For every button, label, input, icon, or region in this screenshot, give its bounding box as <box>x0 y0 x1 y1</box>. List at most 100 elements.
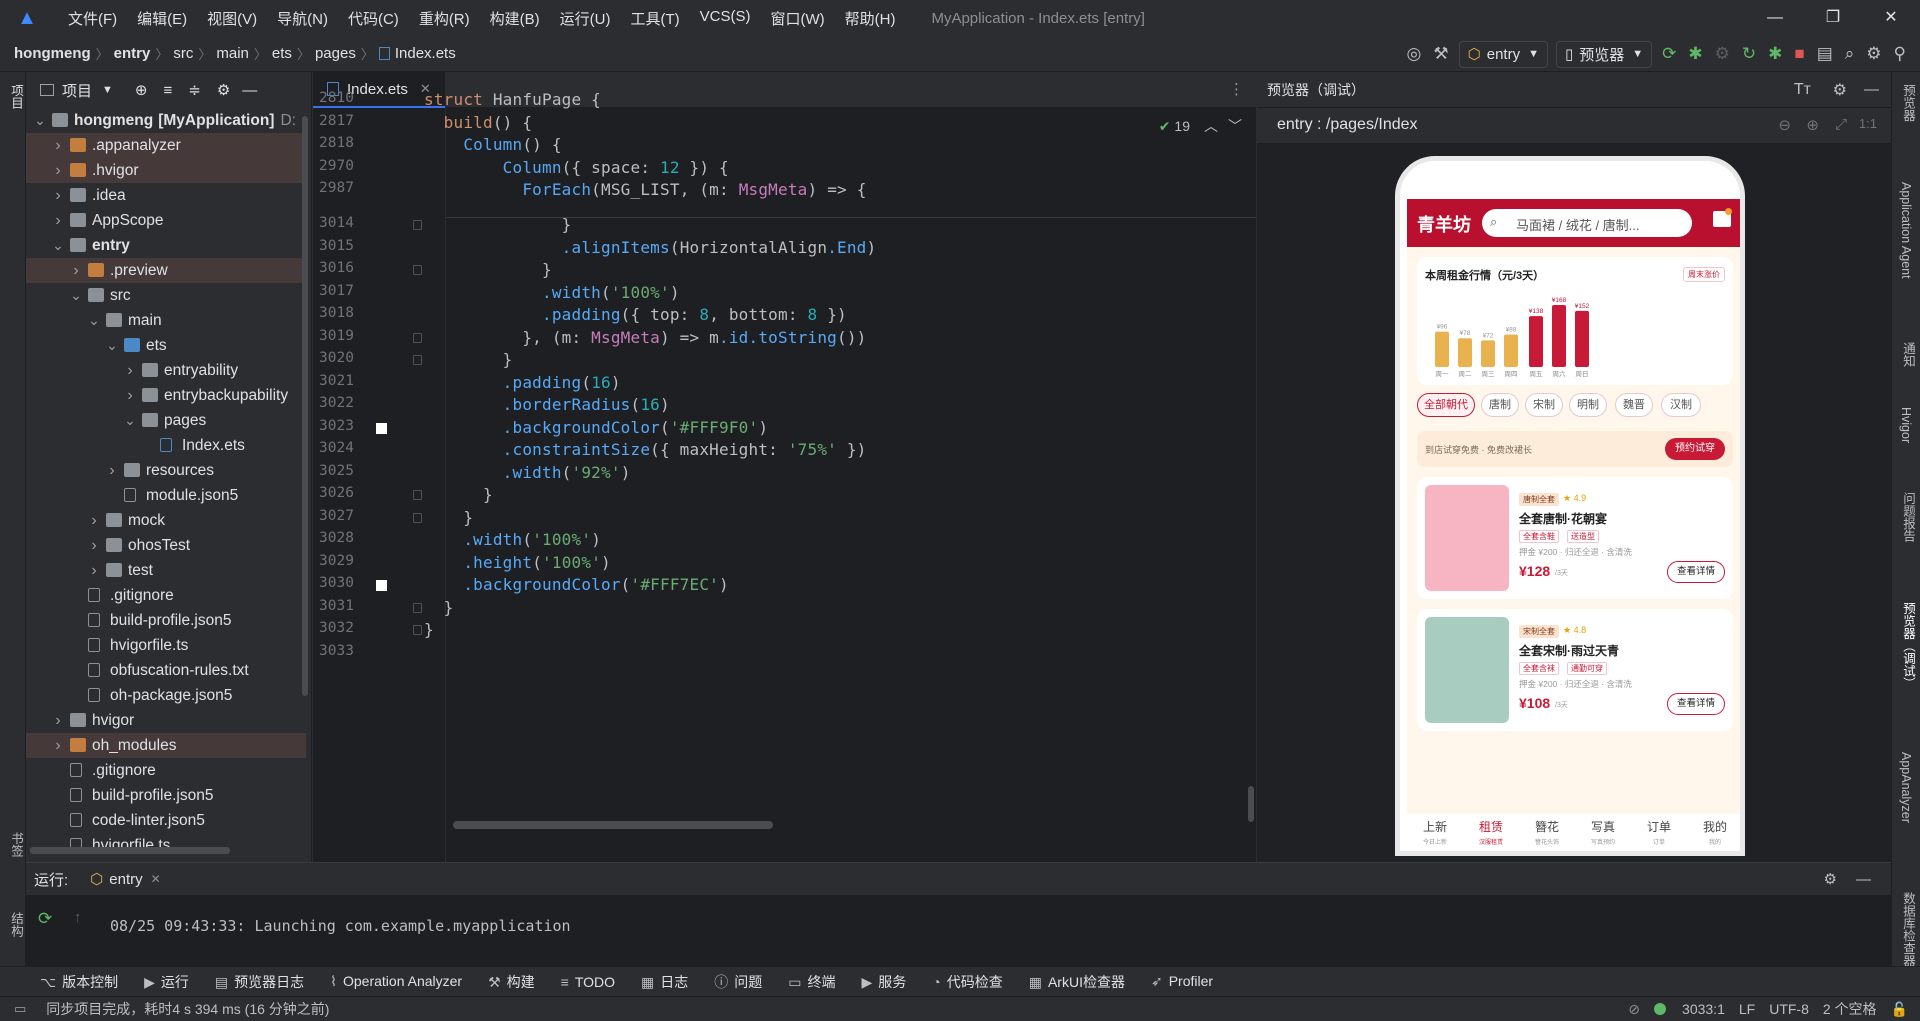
fit-icon[interactable]: ⤢ <box>1835 116 1847 133</box>
tree-item[interactable]: › .appanalyzer <box>26 133 306 158</box>
breadcrumb-item[interactable]: ets <box>272 45 292 62</box>
lock-icon[interactable]: 🔓 <box>1891 1001 1908 1018</box>
tree-item[interactable]: › .idea <box>26 183 306 208</box>
chevron-down-icon[interactable]: ﹀ <box>1228 116 1242 136</box>
chevron-up-icon[interactable]: ︿ <box>1204 116 1218 136</box>
chevron-right-icon[interactable]: › <box>52 158 64 183</box>
gear-icon[interactable]: ⚙ <box>1824 870 1837 888</box>
hvigor-button[interactable]: Hvigor <box>1899 407 1913 443</box>
code-line[interactable]: .backgroundColor('#FFF9F0') <box>424 418 768 437</box>
menu-item[interactable]: 视图(V) <box>197 8 267 29</box>
app-tab[interactable]: 写真 写真预约 <box>1575 818 1631 846</box>
tool-window-button[interactable]: ⌇ Operation Analyzer <box>330 973 462 990</box>
fold-marker-icon[interactable] <box>413 602 422 613</box>
sticky-code-line[interactable]: ForEach(MSG_LIST, (m: MsgMeta) => { <box>424 180 867 199</box>
code-line[interactable]: .alignItems(HorizontalAlign.End) <box>424 238 877 257</box>
maximize-icon[interactable]: ❐ <box>1804 0 1862 36</box>
breadcrumb-item[interactable]: Index.ets <box>395 45 456 62</box>
tree-item[interactable]: ⌄ main <box>26 308 306 333</box>
fold-marker-icon[interactable] <box>413 625 422 635</box>
tool-window-button[interactable]: ◔ 代码检查 <box>932 972 1002 992</box>
profile-icon[interactable]: ✱ <box>1768 36 1782 72</box>
app-tab[interactable]: 上新 今日上新 <box>1407 818 1463 846</box>
code-line[interactable]: } <box>424 620 434 639</box>
bug-hammer-icon[interactable]: ⚒ <box>1433 36 1448 72</box>
dynasty-chip[interactable]: 全部朝代 <box>1417 393 1475 417</box>
breadcrumb-item[interactable]: src <box>173 45 193 62</box>
minimize-icon[interactable]: — <box>1746 0 1804 36</box>
zoom-out-icon[interactable]: ⊖ <box>1778 116 1791 134</box>
tree-item[interactable]: code-linter.json5 <box>26 808 306 833</box>
code-line[interactable]: .width('100%') <box>424 283 680 302</box>
fold-marker-icon[interactable] <box>413 512 422 523</box>
inspection-widget[interactable]: ✔ 19 ︿ ﹀ <box>1159 116 1242 136</box>
fold-marker-icon[interactable] <box>413 490 422 500</box>
code-line[interactable]: .padding(16) <box>424 373 621 392</box>
device-select[interactable]: ▯ 预览器 ▼ <box>1556 40 1653 68</box>
run-config-select[interactable]: ⬡ entry ▼ <box>1458 40 1548 68</box>
stop-icon[interactable]: ■ <box>1794 36 1804 72</box>
hide-panel-icon[interactable]: — <box>242 82 257 99</box>
problem-report-button[interactable]: 问题报告 <box>1899 492 1918 542</box>
gear-icon[interactable]: ⚙ <box>1833 80 1847 100</box>
chevron-right-icon[interactable]: › <box>88 558 100 583</box>
menu-item[interactable]: 编辑(E) <box>127 8 197 29</box>
tool-window-button[interactable]: ≡ TODO <box>561 974 615 990</box>
code-line[interactable]: .height('100%') <box>424 553 611 572</box>
color-swatch[interactable] <box>376 422 387 434</box>
account-icon[interactable]: ⚲ <box>1894 36 1906 72</box>
tree-item[interactable]: ⌄ src <box>26 283 306 308</box>
code-line[interactable]: } <box>424 508 473 527</box>
up-arrow-icon[interactable]: ↑ <box>74 909 82 926</box>
tree-item[interactable]: .gitignore <box>26 583 306 608</box>
sticky-code-line[interactable]: struct HanfuPage { <box>424 90 601 109</box>
previewer-tool-button[interactable]: 预览器 <box>1899 84 1918 122</box>
chevron-down-icon[interactable]: ⌄ <box>106 333 118 358</box>
notifications-button[interactable]: 通知 <box>1899 342 1918 367</box>
previewer-debug-button[interactable]: 预览器（调试） <box>1899 602 1918 690</box>
chevron-down-icon[interactable]: ▼ <box>102 84 113 96</box>
editor-hscrollbar[interactable] <box>453 821 773 829</box>
attach-icon[interactable]: ⚙ <box>1715 36 1730 72</box>
color-swatch[interactable] <box>376 580 387 591</box>
dynasty-chip[interactable]: 明制 <box>1569 393 1607 417</box>
rerun-icon[interactable]: ⟳ <box>38 909 52 929</box>
search-input[interactable]: ⌕ 马面裙 / 绒花 / 唐制... <box>1482 209 1692 237</box>
database-inspector-button[interactable]: 数据库检查器 <box>1899 892 1918 967</box>
tree-item[interactable]: › oh_modules <box>26 733 306 758</box>
app-tab[interactable]: 簪花 簪花头饰 <box>1519 818 1575 846</box>
editor-vscrollbar[interactable] <box>1248 786 1254 822</box>
tree-hscrollbar[interactable] <box>30 847 230 854</box>
tree-item[interactable]: › ohosTest <box>26 533 306 558</box>
chevron-right-icon[interactable]: › <box>106 458 118 483</box>
tree-item[interactable]: build-profile.json5 <box>26 608 306 633</box>
product-card[interactable]: 唐制全套 ★ 4.9 全套唐制·花朝宴 全套含鞋 送造型 押金 ¥200 · 归还全退 ·… <box>1417 477 1733 599</box>
close-icon[interactable]: ✕ <box>151 872 161 886</box>
tree-item[interactable]: Index.ets <box>26 433 306 458</box>
tree-item[interactable]: module.json5 <box>26 483 306 508</box>
chevron-right-icon[interactable]: › <box>124 358 136 383</box>
settings-icon[interactable]: ⚙ <box>1866 36 1881 72</box>
chevron-down-icon[interactable]: ⌄ <box>70 283 82 308</box>
chevron-right-icon[interactable]: › <box>124 383 136 408</box>
debug-icon[interactable]: ✱ <box>1688 36 1702 72</box>
tree-item[interactable]: ⌄ hongmeng [MyApplication] D: <box>26 108 306 133</box>
application-agent-button[interactable]: Application Agent <box>1899 182 1913 279</box>
menu-item[interactable]: VCS(S) <box>690 8 761 29</box>
menu-item[interactable]: 导航(N) <box>267 8 338 29</box>
chevron-right-icon[interactable]: › <box>52 183 64 208</box>
tree-item[interactable]: › resources <box>26 458 306 483</box>
view-details-button[interactable]: 查看详情 <box>1666 561 1725 583</box>
app-tab[interactable]: 订单 订单 <box>1631 818 1687 846</box>
tree-item[interactable]: › .preview <box>26 258 306 283</box>
menu-item[interactable]: 工具(T) <box>620 8 689 29</box>
code-line[interactable]: .backgroundColor('#FFF7EC') <box>424 575 729 594</box>
tool-window-button[interactable]: ▶ 服务 <box>861 972 906 992</box>
chevron-right-icon[interactable]: › <box>88 508 100 533</box>
code-line[interactable]: .width('92%') <box>424 463 631 482</box>
tree-item[interactable]: ⌄ ets <box>26 333 306 358</box>
menu-item[interactable]: 帮助(H) <box>835 8 906 29</box>
tree-item[interactable]: › hvigor <box>26 708 306 733</box>
menu-item[interactable]: 窗口(W) <box>760 8 834 29</box>
tree-item[interactable]: oh-package.json5 <box>26 683 306 708</box>
